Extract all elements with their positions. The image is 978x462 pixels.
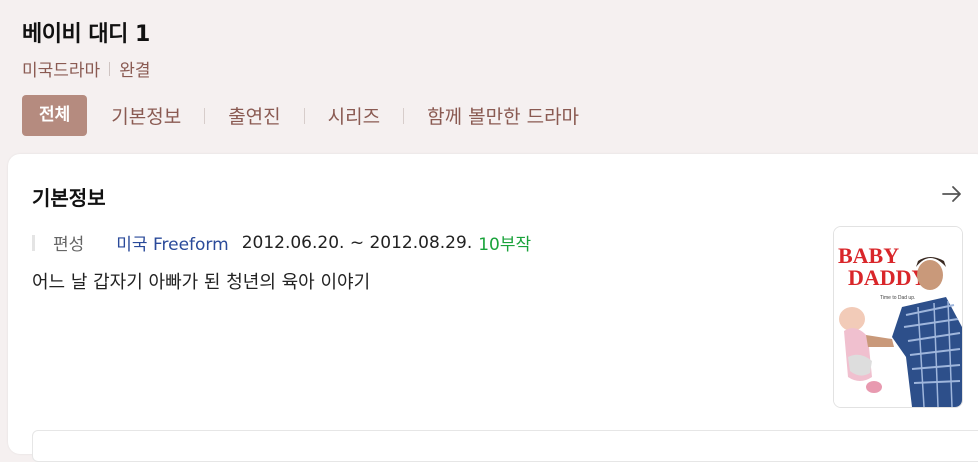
- meta-divider: [109, 61, 111, 76]
- page-title: 베이비 대디 1: [22, 22, 150, 47]
- channel-link[interactable]: 미국 Freeform: [116, 230, 228, 255]
- broadcast-label: 편성: [53, 235, 85, 255]
- tab-divider: [303, 107, 305, 124]
- tab-series[interactable]: 시리즈: [326, 102, 382, 129]
- tab-divider: [403, 107, 405, 124]
- description: 어느 날 갑자기 아빠가 된 청년의 육아 이야기: [32, 272, 371, 293]
- poster-art: BABY DADDY Time to Dad up.: [834, 227, 962, 407]
- tab-cast[interactable]: 출연진: [226, 102, 282, 129]
- broadcast-row: 편성 미국 Freeform 2012.06.20. ~ 2012.08.29.…: [32, 230, 531, 255]
- poster-image[interactable]: BABY DADDY Time to Dad up.: [833, 226, 963, 408]
- poster-tagline: Time to Dad up.: [880, 295, 915, 301]
- next-section-box: [32, 430, 978, 462]
- section-title: 기본정보: [32, 186, 106, 210]
- genre-label: 미국드라마: [22, 61, 101, 81]
- poster-title-line2: DADDY: [848, 265, 928, 290]
- tab-all[interactable]: 전체: [22, 95, 88, 136]
- tab-bar: 전체 기본정보 출연진 시리즈 함께 볼만한 드라마: [22, 95, 581, 136]
- tab-divider: [204, 107, 206, 124]
- arrow-right-icon[interactable]: [940, 182, 964, 206]
- tab-similar-dramas[interactable]: 함께 볼만한 드라마: [425, 102, 581, 129]
- row-marker: [32, 234, 35, 251]
- status-label: 완결: [119, 61, 151, 81]
- tab-basic-info[interactable]: 기본정보: [109, 102, 183, 129]
- basic-info-card: 기본정보 편성 미국 Freeform 2012.06.20. ~ 2012.0…: [8, 154, 978, 462]
- air-dates: 2012.06.20. ~ 2012.08.29.: [241, 232, 473, 253]
- meta-info: 미국드라마 완결: [22, 56, 150, 81]
- episode-count: 10부작: [478, 235, 532, 255]
